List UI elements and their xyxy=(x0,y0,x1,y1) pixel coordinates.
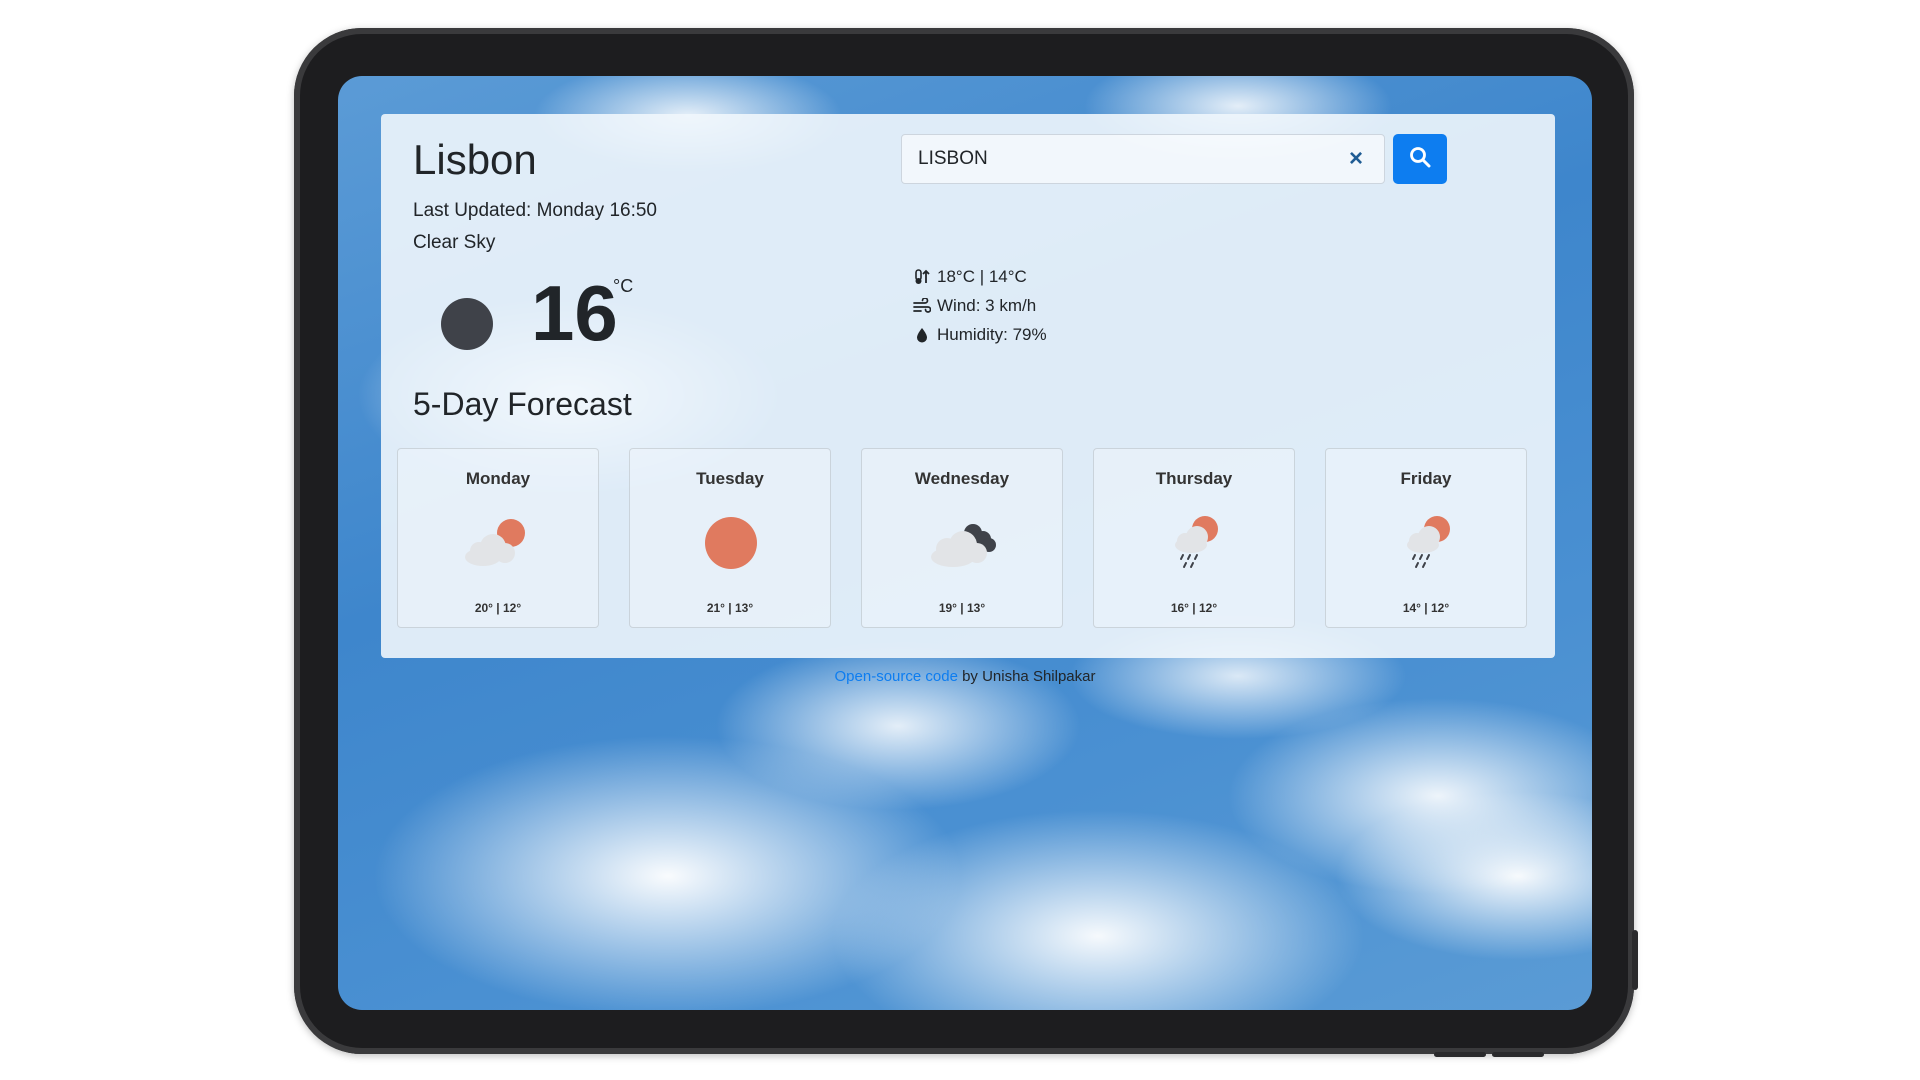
footer-author: by Unisha Shilpakar xyxy=(957,668,1096,685)
search-input[interactable] xyxy=(901,134,1385,184)
forecast-card: Friday 14° | 12° xyxy=(1325,448,1527,628)
forecast-card: Thursday 16° | 12° xyxy=(1093,448,1295,628)
temperature-unit: °C xyxy=(613,276,634,296)
high-low-row: 18°C | 14°C xyxy=(913,262,1047,291)
moon-icon xyxy=(441,298,493,350)
tablet-bottom-button xyxy=(1434,1052,1486,1057)
thermometer-icon xyxy=(913,268,931,286)
wind-text: Wind: 3 km/h xyxy=(937,295,1037,315)
last-updated: Last Updated: Monday 16:50 xyxy=(413,200,658,221)
humidity-row: Humidity: 79% xyxy=(913,320,1047,349)
app-screen: Lisbon Last Updated: Monday 16:50 Clear … xyxy=(338,76,1592,1010)
wind-row: Wind: 3 km/h xyxy=(913,291,1047,320)
cloudy-icon xyxy=(923,513,1003,573)
forecast-day: Friday xyxy=(1400,469,1452,488)
current-temperature: 16 xyxy=(531,269,618,357)
humidity-text: Humidity: 79% xyxy=(937,324,1047,344)
weather-description: Clear Sky xyxy=(413,232,496,253)
forecast-day: Tuesday xyxy=(696,469,764,488)
rain-icon xyxy=(1155,513,1235,573)
forecast-temps: 19° | 13° xyxy=(938,601,986,615)
clear-search-button[interactable]: × xyxy=(1341,142,1371,176)
high-low-text: 18°C | 14°C xyxy=(937,266,1027,286)
droplet-icon xyxy=(913,327,931,343)
forecast-temps: 16° | 12° xyxy=(1170,601,1218,615)
forecast-card: Wednesday 19° | 13° xyxy=(861,448,1063,628)
city-name: Lisbon xyxy=(413,136,537,183)
forecast-temps: 21° | 13° xyxy=(706,601,754,615)
sunny-icon xyxy=(691,513,771,573)
rain-icon xyxy=(1387,513,1467,573)
weather-card: Lisbon Last Updated: Monday 16:50 Clear … xyxy=(381,114,1555,658)
forecast-card: Monday 20° | 12° xyxy=(397,448,599,628)
tablet-side-button xyxy=(1632,930,1638,990)
forecast-title: 5-Day Forecast xyxy=(413,386,632,422)
open-source-link[interactable]: Open-source code xyxy=(835,668,958,685)
forecast-day: Thursday xyxy=(1155,469,1233,488)
forecast-day: Monday xyxy=(465,469,531,488)
forecast-day: Wednesday xyxy=(914,469,1010,488)
forecast-card: Tuesday 21° | 13° xyxy=(629,448,831,628)
partly-cloudy-icon xyxy=(459,513,539,573)
forecast-row: Monday 20° | 12° Tuesday 21° | 13° Wedne… xyxy=(397,448,1527,628)
weather-details: 18°C | 14°C Wind: 3 km/h Humidity: 79% xyxy=(913,262,1047,349)
forecast-temps: 20° | 12° xyxy=(474,601,522,615)
search-icon xyxy=(1409,146,1431,173)
forecast-temps: 14° | 12° xyxy=(1402,601,1450,615)
wind-icon xyxy=(913,297,931,314)
tablet-bottom-button xyxy=(1492,1052,1544,1057)
footer: Open-source code by Unisha Shilpakar xyxy=(338,668,1592,685)
search-button[interactable] xyxy=(1393,134,1447,184)
